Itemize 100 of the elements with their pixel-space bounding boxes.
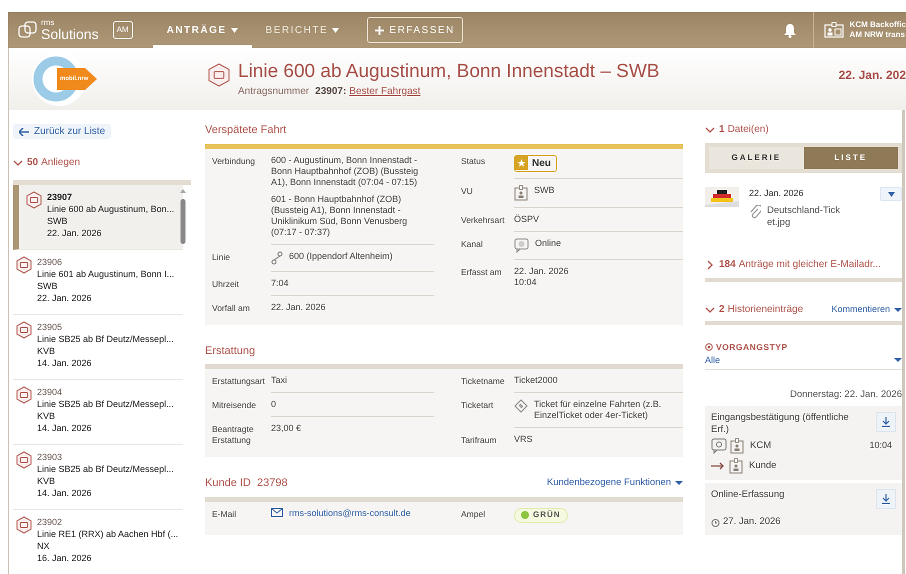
field-label: E-Mail (211, 508, 238, 520)
id-card-icon (730, 438, 744, 454)
section-count: 184 (719, 258, 736, 272)
file-date: 22. Jan. 2026 (749, 187, 805, 200)
request-title: Linie SB25 ab Bf Deutz/Messepl... (37, 398, 174, 410)
download-button[interactable] (876, 489, 896, 509)
request-operator: KVB (37, 345, 56, 357)
field-label: Uhrzeit (211, 278, 240, 290)
download-button[interactable] (876, 412, 896, 432)
workspace-badge: AM (112, 21, 133, 39)
field-label: Erstattungsart (211, 375, 266, 387)
request-number: 23907 (47, 191, 74, 203)
field-label: Kanal (460, 238, 484, 250)
field-label: Ampel (460, 508, 486, 520)
download-icon (882, 417, 890, 427)
request-operator: SWB (37, 280, 59, 292)
scrollbar (179, 187, 187, 244)
view-toggle-tab[interactable]: LISTE (804, 147, 898, 169)
entry-title: Eingangsbestätigung (öffentliche Erf.) (711, 412, 850, 436)
bell-icon (782, 22, 797, 38)
envelope-icon (271, 508, 283, 516)
request-count-label: Anliegen (41, 156, 80, 170)
request-date: 22. Jan. 202 (838, 67, 906, 84)
caret-down-icon (894, 306, 902, 312)
field-label: Ticketname (460, 375, 506, 387)
customer-functions-dropdown[interactable]: Kundenbezogene Funktionen (546, 476, 683, 490)
field-label: Verbindung (211, 154, 256, 166)
recipient-name: Kunde (749, 458, 776, 473)
caret-down-icon (332, 28, 340, 32)
caret-down-icon (675, 480, 683, 486)
arrow-left-icon (19, 128, 29, 136)
request-operator: KVB (37, 475, 56, 487)
request-date: 14. Jan. 2026 (37, 422, 93, 434)
request-title: Linie SB25 ab Bf Deutz/Messepl... (37, 333, 174, 345)
field-label: Status (460, 154, 486, 166)
field-value: 0 (271, 399, 276, 410)
email-link[interactable]: rms-solutions@rms-consult.de (289, 508, 411, 518)
field-value: Ticket für einzelne Fahrten (z.B. EinzelTicket oder 4er-Ticket) (534, 399, 662, 421)
email-bubble-icon (711, 438, 727, 454)
request-number: 23905 (37, 321, 64, 333)
request-number: 23904 (37, 386, 64, 398)
create-button[interactable]: ERFASSEN (367, 17, 464, 43)
request-list-item[interactable]: 23907 Linie 600 ab Augustinum, Bon... SWB 22. Jan. 2026 (13, 185, 183, 250)
back-to-list-button[interactable]: Zurück zur Liste (13, 124, 112, 139)
field-value: Online (535, 238, 562, 248)
field-label: Linie (211, 250, 231, 262)
comment-dropdown[interactable]: Kommentieren (831, 302, 902, 316)
arrow-right-icon (711, 462, 725, 470)
section-title: Erstattung (205, 344, 256, 358)
request-type-link[interactable]: Bester Fahrgast (349, 84, 420, 98)
filter-select[interactable]: Alle (705, 354, 902, 370)
target-icon (705, 343, 713, 352)
filter-label: VORGANGSTYP (716, 341, 788, 354)
request-title: Linie SB25 ab Bf Deutz/Messepl... (37, 463, 174, 475)
request-count: 50 (27, 156, 38, 170)
request-number: 23903 (37, 451, 64, 463)
request-title: Linie 601 ab Augustinum, Bonn I... (37, 268, 174, 280)
request-title: Linie 600 ab Augustinum, Bon... (47, 203, 174, 215)
field-value: ÖSPV (514, 214, 540, 224)
request-title: Linie RE1 (RRX) ab Aachen Hbf (... (37, 528, 178, 540)
field-label: Tarifraum (460, 434, 498, 446)
caret-down-icon (888, 192, 894, 196)
plus-icon (375, 26, 384, 34)
field-label: Vorfall am (211, 302, 251, 314)
request-number-label: Antragsnummer (238, 84, 310, 98)
user-info-text: KCM Backoffic (850, 20, 906, 30)
traffic-light-status: GRÜN (514, 508, 568, 522)
page-title: Linie 600 ab Augustinum, Bonn Innenstadt – SWB (238, 60, 660, 84)
chat-bubble-icon (514, 238, 529, 252)
field-value: 23,00 € (271, 423, 302, 434)
field-value: 601 - Bonn Hauptbahnhof (ZOB) (Bussteig A1), Bonn Innenstadt - Uniklinikum Süd, Bonn Venusberg (07:17 - 07:37) (271, 194, 408, 238)
entry-date: 27. Jan. 2026 (723, 515, 781, 529)
alarm-clock-icon (711, 518, 720, 527)
download-icon (882, 494, 890, 504)
id-card-icon (824, 22, 844, 38)
field-value: Ticket2000 (514, 375, 558, 386)
file-name: Deutschland-Ticket.jpg (767, 204, 842, 228)
section-title: Verspätete Fahrt (205, 123, 286, 138)
request-operator: SWB (47, 215, 69, 227)
request-date: 22. Jan. 2026 (47, 227, 103, 239)
caret-down-icon (230, 28, 238, 32)
field-label: Mitreisende (211, 399, 257, 411)
field-value: 10:04 (514, 276, 538, 288)
view-toggle-tab[interactable]: GALERIE (709, 147, 804, 169)
field-value: VRS (514, 434, 533, 445)
field-value: Taxi (271, 375, 288, 386)
request-date: 16. Jan. 2026 (37, 552, 93, 564)
request-operator: KVB (37, 410, 56, 422)
file-menu-button[interactable] (880, 187, 902, 201)
field-value: 7:04 (271, 278, 289, 288)
entry-time: 10:04 (869, 439, 892, 452)
brand-name: Solutions (41, 27, 99, 41)
request-number: 23907: (315, 84, 346, 98)
field-value: 22. Jan. 2026 (271, 302, 326, 312)
field-value: 600 - Augustinum, Bonn Innenstadt - Bonn Hauptbahnhof (ZOB) (Bussteig A1), Bonn Innenstadt (07:04 - 07:15) (271, 154, 420, 188)
section-label: Historieneinträge (728, 303, 804, 317)
paperclip-icon (749, 204, 761, 218)
user-info-text: AM NRW trans (850, 30, 906, 40)
request-date: 22. Jan. 2026 (37, 292, 93, 304)
field-label: VU (460, 184, 474, 196)
